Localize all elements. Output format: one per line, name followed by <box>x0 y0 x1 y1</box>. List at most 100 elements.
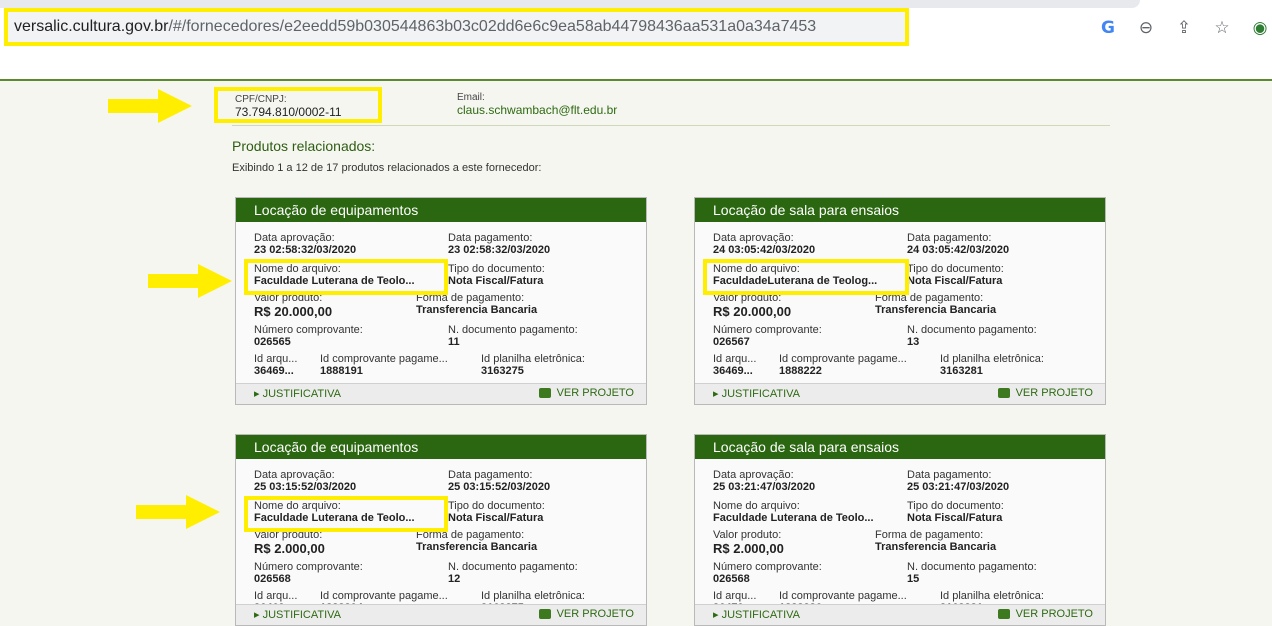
forma-pagamento-field: Forma de pagamento: Transferencia Bancar… <box>416 292 537 317</box>
id-comprovante-label: Id comprovante pagame... <box>779 590 907 602</box>
product-card: Locação de sala para ensaios Data aprova… <box>694 434 1106 626</box>
extension-icon[interactable]: ◉ <box>1248 16 1272 40</box>
id-arquivo-field: Id arqu... 36469... <box>713 353 756 378</box>
project-icon <box>997 609 1010 619</box>
ver-projeto-link[interactable]: VER PROJETO <box>538 608 634 620</box>
data-aprovacao-label: Data aprovação: <box>254 469 335 481</box>
info-separator <box>232 125 1110 126</box>
page-top-gap <box>0 56 1272 80</box>
address-bar[interactable]: versalic.cultura.gov.br/#/fornecedores/e… <box>4 8 909 46</box>
n-documento-field: N. documento pagamento: 15 <box>907 561 1037 586</box>
arrow-annotation-1 <box>108 89 193 123</box>
data-pagamento-value: 23 02:58:32/03/2020 <box>448 244 551 256</box>
header-divider <box>0 79 1272 81</box>
forma-pagamento-label: Forma de pagamento: <box>875 529 984 541</box>
forma-pagamento-value: Transferencia Bancaria <box>416 304 538 316</box>
data-aprovacao-label: Data aprovação: <box>713 469 794 481</box>
google-icon[interactable]: G <box>1096 16 1120 40</box>
card-footer: ▸ JUSTIFICATIVA VER PROJETO <box>236 604 646 625</box>
tab-strip <box>0 0 1140 8</box>
justificativa-toggle[interactable]: ▸ JUSTIFICATIVA <box>254 387 341 400</box>
n-documento-value: 12 <box>448 573 461 585</box>
numero-comprovante-value: 026568 <box>254 573 291 585</box>
url-text[interactable]: versalic.cultura.gov.br/#/fornecedores/e… <box>14 18 816 36</box>
filename-highlight <box>244 496 448 532</box>
tipo-documento-label: Tipo do documento: <box>448 500 545 512</box>
card-footer: ▸ JUSTIFICATIVA VER PROJETO <box>695 383 1105 404</box>
data-aprovacao-value: 23 02:58:32/03/2020 <box>254 244 357 256</box>
numero-comprovante-field: Número comprovante: 026567 <box>713 324 822 349</box>
ver-projeto-label: VER PROJETO <box>556 608 634 620</box>
n-documento-label: N. documento pagamento: <box>448 561 578 573</box>
data-aprovacao-value: 25 03:21:47/03/2020 <box>713 481 816 493</box>
data-aprovacao-field: Data aprovação: 23 02:58:32/03/2020 <box>254 232 356 257</box>
numero-comprovante-value: 026568 <box>713 573 750 585</box>
nome-arquivo-field: Nome do arquivo: Faculdade Luterana de T… <box>713 500 874 525</box>
zoom-out-icon[interactable]: ⊖ <box>1134 16 1158 40</box>
ver-projeto-link[interactable]: VER PROJETO <box>997 387 1093 399</box>
n-documento-value: 13 <box>907 336 920 348</box>
valor-produto-value: R$ 2.000,00 <box>254 541 325 556</box>
tipo-documento-field: Tipo do documento: Nota Fiscal/Fatura <box>907 263 1004 288</box>
data-pagamento-label: Data pagamento: <box>448 232 533 244</box>
numero-comprovante-label: Número comprovante: <box>713 561 822 573</box>
numero-comprovante-label: Número comprovante: <box>254 324 363 336</box>
nome-arquivo-value: Faculdade Luterana de Teolo... <box>713 512 874 524</box>
justificativa-toggle[interactable]: ▸ JUSTIFICATIVA <box>254 608 341 621</box>
id-arquivo-label: Id arqu... <box>254 353 298 365</box>
data-aprovacao-field: Data aprovação: 25 03:15:52/03/2020 <box>254 469 356 494</box>
forma-pagamento-field: Forma de pagamento: Transferencia Bancar… <box>875 292 996 317</box>
tipo-documento-value: Nota Fiscal/Fatura <box>907 512 1003 524</box>
ver-projeto-link[interactable]: VER PROJETO <box>538 387 634 399</box>
card-title: Locação de sala para ensaios <box>695 198 1105 222</box>
data-aprovacao-value: 25 03:15:52/03/2020 <box>254 481 357 493</box>
valor-produto-value: R$ 20.000,00 <box>713 304 792 319</box>
share-icon[interactable]: ⇪ <box>1172 16 1196 40</box>
valor-produto-field: Valor produto: R$ 2.000,00 <box>713 529 784 556</box>
id-planilha-label: Id planilha eletrônica: <box>940 590 1044 602</box>
data-pagamento-value: 25 03:21:47/03/2020 <box>907 481 1010 493</box>
n-documento-label: N. documento pagamento: <box>907 324 1037 336</box>
id-planilha-label: Id planilha eletrônica: <box>481 590 585 602</box>
url-path: /#/fornecedores/e2eedd59b030544863b03c02… <box>168 18 817 35</box>
numero-comprovante-value: 026565 <box>254 336 291 348</box>
bookmark-star-icon[interactable]: ☆ <box>1210 16 1234 40</box>
id-planilha-field: Id planilha eletrônica: 3163281 <box>940 353 1044 378</box>
id-arquivo-value: 36469... <box>254 365 294 377</box>
n-documento-field: N. documento pagamento: 13 <box>907 324 1037 349</box>
justificativa-toggle[interactable]: ▸ JUSTIFICATIVA <box>713 608 800 621</box>
tipo-documento-label: Tipo do documento: <box>907 500 1004 512</box>
data-pagamento-label: Data pagamento: <box>907 469 992 481</box>
ver-projeto-link[interactable]: VER PROJETO <box>997 608 1093 620</box>
project-icon <box>538 388 551 398</box>
email-block: Email: claus.schwambach@flt.edu.br <box>457 92 617 117</box>
valor-produto-label: Valor produto: <box>713 529 782 541</box>
cpf-value: 73.794.810/0002-11 <box>235 105 342 119</box>
justificativa-toggle[interactable]: ▸ JUSTIFICATIVA <box>713 387 800 400</box>
card-footer: ▸ JUSTIFICATIVA VER PROJETO <box>695 604 1105 625</box>
data-pagamento-value: 25 03:15:52/03/2020 <box>448 481 551 493</box>
numero-comprovante-value: 026567 <box>713 336 750 348</box>
browser-actions: G ⊖ ⇪ ☆ ◉ <box>1082 14 1272 42</box>
product-card: Locação de equipamentos Data aprovação: … <box>235 434 647 626</box>
id-arquivo-label: Id arqu... <box>254 590 298 602</box>
card-footer: ▸ JUSTIFICATIVA VER PROJETO <box>236 383 646 404</box>
products-header: Produtos relacionados: <box>232 138 376 154</box>
id-planilha-label: Id planilha eletrônica: <box>481 353 585 365</box>
n-documento-value: 15 <box>907 573 920 585</box>
nome-arquivo-label: Nome do arquivo: <box>713 500 800 512</box>
id-arquivo-value: 36469... <box>713 365 753 377</box>
forma-pagamento-field: Forma de pagamento: Transferencia Bancar… <box>416 529 537 554</box>
numero-comprovante-label: Número comprovante: <box>254 561 363 573</box>
id-planilha-value: 3163275 <box>481 365 524 377</box>
browser-toolbar: versalic.cultura.gov.br/#/fornecedores/e… <box>0 0 1272 56</box>
id-comprovante-label: Id comprovante pagame... <box>320 590 448 602</box>
id-planilha-field: Id planilha eletrônica: 3163275 <box>481 353 585 378</box>
id-arquivo-label: Id arqu... <box>713 590 757 602</box>
n-documento-field: N. documento pagamento: 11 <box>448 324 578 349</box>
tipo-documento-field: Tipo do documento: Nota Fiscal/Fatura <box>448 263 545 288</box>
data-pagamento-field: Data pagamento: 25 03:15:52/03/2020 <box>448 469 550 494</box>
filename-highlight <box>703 259 909 295</box>
card-title: Locação de equipamentos <box>236 435 646 459</box>
email-value[interactable]: claus.schwambach@flt.edu.br <box>457 103 617 117</box>
